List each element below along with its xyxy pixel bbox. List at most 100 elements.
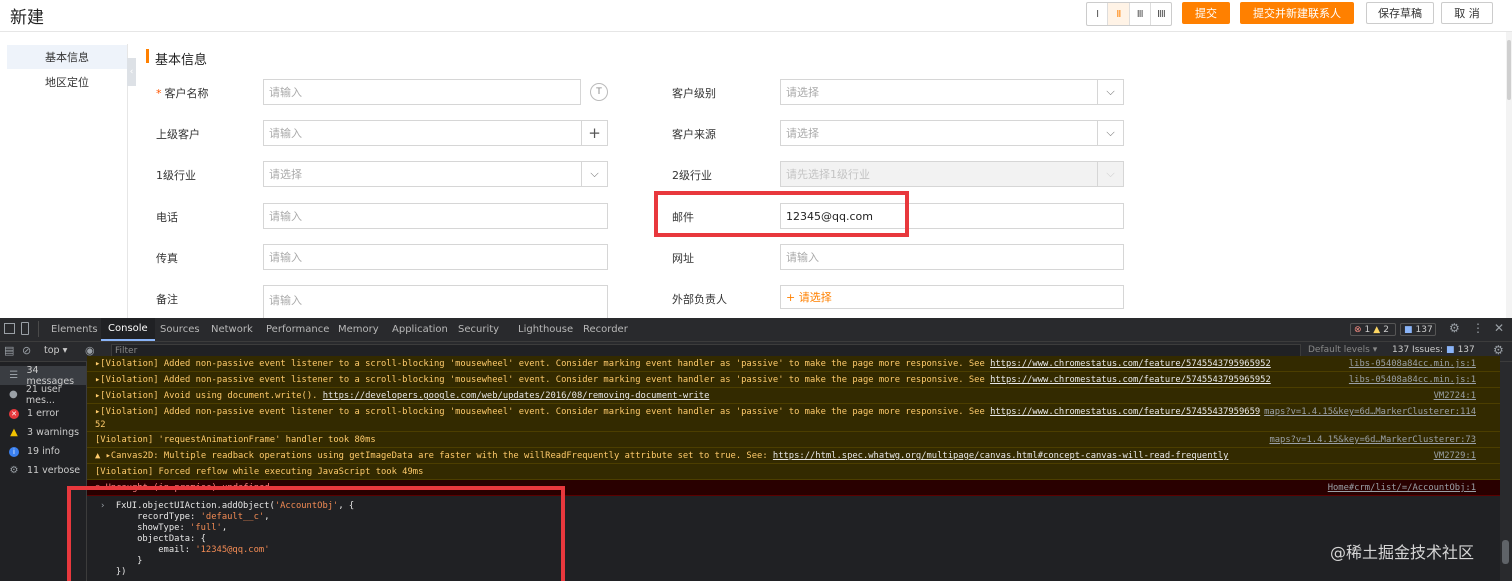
device-toolbar-icon[interactable] — [21, 322, 29, 335]
console-message[interactable]: ▸[Violation] Added non-passive event lis… — [87, 372, 1500, 388]
console-message-link[interactable]: https://www.chromestatus.com/feature/574… — [990, 407, 1260, 417]
console-message-text: [Violation] 'requestAnimationFrame' hand… — [95, 435, 376, 445]
context-select[interactable]: top ▾ — [44, 345, 67, 356]
console-message-link[interactable]: https://www.chromestatus.com/feature/574… — [990, 375, 1271, 385]
sidebar-filter-label: 11 verbose — [27, 465, 81, 476]
cancel-button[interactable]: 取 消 — [1441, 2, 1493, 24]
tab-elements[interactable]: Elements — [51, 318, 98, 341]
console-message-text: ▸[Violation] Added non-passive event lis… — [95, 359, 991, 369]
issues-summary[interactable]: 137 Issues: ■ 137 — [1392, 345, 1475, 355]
console-message[interactable]: ▸[Violation] Avoid using document.write(… — [87, 388, 1500, 404]
issues-summary-label: 137 Issues: — [1392, 345, 1444, 355]
tab-console[interactable]: Console — [101, 318, 155, 341]
more-menu-icon[interactable]: ⋮ — [1472, 321, 1484, 335]
settings-gear-icon[interactable]: ⚙ — [1449, 321, 1460, 335]
info-icon: i — [9, 446, 19, 457]
remark-textarea[interactable]: 请输入 — [263, 285, 608, 318]
customer-source-select[interactable]: 请选择 ⌵ — [780, 120, 1124, 146]
devtools-tabbar: Elements Console Sources Network Perform… — [0, 318, 1512, 342]
sidebar-filter-messages[interactable]: ☰ 34 messages — [0, 365, 86, 387]
console-message[interactable]: ▲ ▸Canvas2D: Multiple readback operation… — [87, 448, 1500, 464]
issues-counter[interactable]: ■ 137 — [1400, 323, 1436, 336]
console-message[interactable]: [Violation] 'requestAnimationFrame' hand… — [87, 432, 1500, 448]
close-icon[interactable]: ✕ — [1494, 321, 1504, 335]
chevron-down-icon: ⌵ — [1097, 121, 1123, 145]
console-message[interactable]: ▸[Violation] Added non-passive event lis… — [87, 404, 1500, 432]
fax-input[interactable]: 请输入 — [263, 244, 608, 270]
chevron-down-icon: ⌵ — [581, 162, 607, 186]
log-levels-select[interactable]: Default levels ▾ — [1308, 345, 1377, 355]
tab-performance[interactable]: Performance — [266, 318, 329, 341]
parent-customer-input[interactable]: 请输入 + — [263, 120, 608, 146]
page-scrollbar-thumb[interactable] — [1507, 40, 1511, 100]
parent-customer-placeholder: 请输入 — [269, 127, 302, 140]
customer-name-input[interactable]: 请输入 — [263, 79, 581, 105]
watermark: @稀土掘金技术社区 — [1330, 543, 1475, 562]
console-message-link[interactable]: https://www.chromestatus.com/feature/574… — [990, 359, 1271, 369]
layout-3-col-button[interactable]: III — [1130, 3, 1151, 25]
sidebar-toggle-icon[interactable]: ▤ — [4, 345, 16, 357]
customer-name-label: * 客户名称 — [156, 85, 209, 101]
header-divider — [0, 31, 1512, 32]
save-draft-button[interactable]: 保存草稿 — [1366, 2, 1434, 24]
tab-sources[interactable]: Sources — [160, 318, 200, 341]
industry-2-select: 请先选择1级行业 ⌵ — [780, 161, 1124, 187]
external-owner-picker[interactable]: + 请选择 — [780, 285, 1124, 309]
sidebar-filter-verbose[interactable]: ⚙ 11 verbose — [0, 461, 86, 480]
chevron-down-icon: ⌵ — [1097, 80, 1123, 104]
tab-application[interactable]: Application — [392, 318, 448, 341]
website-input[interactable]: 请输入 — [780, 244, 1124, 270]
sidebar-item-region[interactable]: 地区定位 — [7, 70, 127, 94]
console-settings-gear-icon[interactable]: ⚙ — [1493, 343, 1504, 357]
clear-console-icon[interactable]: ⊘ — [22, 345, 31, 357]
console-message-source[interactable]: maps?v=1.4.15&key=6d…MarkerClusterer:114 — [1264, 404, 1476, 420]
sidebar-item-basic-info[interactable]: 基本信息 — [7, 45, 127, 69]
console-message-source[interactable]: libs-05408a84cc.min.js:1 — [1349, 372, 1476, 387]
crm-new-form: 新建 I II III IIII 提交 提交并新建联系人 保存草稿 取 消 基本… — [0, 0, 1512, 318]
issues-icon: ■ — [1404, 324, 1413, 335]
sidebar-filter-label: 3 warnings — [27, 427, 80, 438]
layout-1-col-button[interactable]: I — [1087, 3, 1109, 25]
text-format-icon[interactable]: T — [590, 83, 608, 101]
context-select-value: top — [44, 345, 60, 356]
tab-lighthouse[interactable]: Lighthouse — [518, 318, 573, 341]
layout-4-col-button[interactable]: IIII — [1151, 3, 1171, 25]
tab-recorder[interactable]: Recorder — [583, 318, 628, 341]
section-title: 基本信息 — [155, 53, 208, 68]
console-message[interactable]: [Violation] Forced reflow while executin… — [87, 464, 1500, 480]
tab-security[interactable]: Security — [458, 318, 499, 341]
phone-input[interactable]: 请输入 — [263, 203, 608, 229]
console-message-source[interactable]: VM2724:1 — [1434, 388, 1476, 403]
submit-and-new-contact-button[interactable]: 提交并新建联系人 — [1240, 2, 1354, 24]
tab-network[interactable]: Network — [211, 318, 253, 341]
console-message[interactable]: ▸[Violation] Added non-passive event lis… — [87, 356, 1500, 372]
sidebar-filter-warnings[interactable]: ▲ 3 warnings — [0, 423, 86, 442]
industry-1-select[interactable]: 请选择 ⌵ — [263, 161, 608, 187]
sidebar-filter-info[interactable]: i 19 info — [0, 442, 86, 461]
error-warning-counter[interactable]: ⊗ 1 ▲ 2 — [1350, 323, 1396, 336]
sidebar-collapse-handle[interactable]: ‹ — [127, 58, 136, 86]
issues-summary-count: 137 — [1457, 345, 1475, 355]
console-message-link[interactable]: https://html.spec.whatwg.org/multipage/c… — [773, 451, 1228, 461]
console-message-source[interactable]: Home#crm/list/=/AccountObj:1 — [1328, 480, 1476, 495]
sidebar-filter-user-messages[interactable]: ● 21 user mes... — [0, 384, 86, 406]
tab-divider — [38, 321, 39, 337]
submit-button[interactable]: 提交 — [1182, 2, 1230, 24]
phone-label: 电话 — [156, 211, 178, 224]
console-message-link[interactable]: https://developers.google.com/web/update… — [323, 391, 710, 401]
console-message-source[interactable]: VM2729:1 — [1434, 448, 1476, 463]
console-scrollbar-thumb[interactable] — [1502, 540, 1509, 564]
console-message-source[interactable]: libs-05408a84cc.min.js:1 — [1349, 356, 1476, 371]
tab-memory[interactable]: Memory — [338, 318, 379, 341]
plus-icon[interactable]: + — [581, 121, 607, 145]
customer-level-select[interactable]: 请选择 ⌵ — [780, 79, 1124, 105]
layout-2-col-button[interactable]: II — [1108, 3, 1130, 25]
highlight-box — [654, 191, 909, 237]
user-icon: ● — [9, 389, 18, 400]
industry-1-placeholder: 请选择 — [269, 168, 302, 181]
industry-1-label: 1级行业 — [156, 169, 196, 182]
inspect-icon[interactable] — [4, 323, 15, 334]
console-message-source[interactable]: maps?v=1.4.15&key=6d…MarkerClusterer:73 — [1269, 432, 1476, 447]
remark-label: 备注 — [156, 293, 178, 306]
sidebar-filter-errors[interactable]: ✕ 1 error — [0, 404, 86, 423]
